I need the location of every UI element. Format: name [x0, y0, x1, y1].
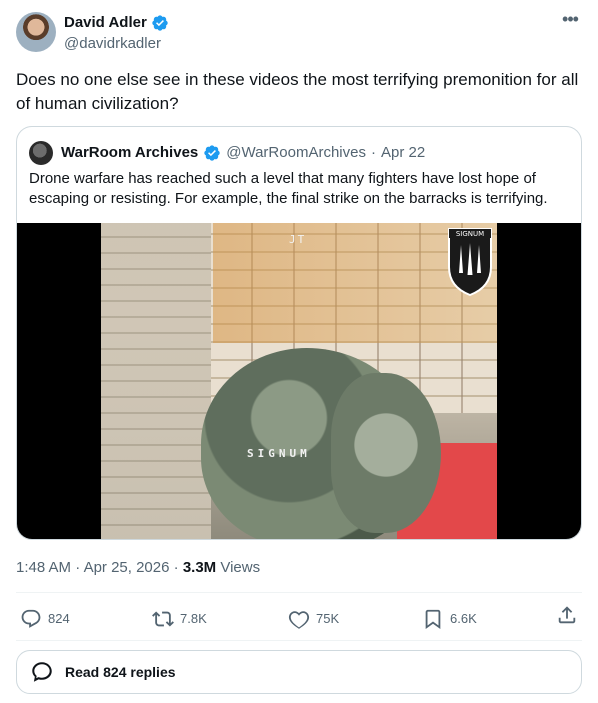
tweet-text: Does no one else see in these videos the…	[16, 70, 579, 113]
like-count: 75K	[316, 611, 340, 626]
read-replies-button[interactable]: Read 824 replies	[16, 650, 582, 694]
quoted-separator: ·	[370, 144, 376, 161]
verified-badge-icon	[152, 15, 168, 31]
divider-bottom	[16, 640, 582, 641]
author-avatar[interactable]	[16, 12, 56, 52]
views-label: Views	[220, 559, 261, 576]
display-name-row: David Adler	[64, 13, 169, 33]
quoted-author-avatar	[29, 141, 53, 165]
video-player[interactable]: JT SIGNUM SIGNUM	[17, 223, 581, 539]
tweet-meta: 1:48 AM · Apr 25, 2026 · 3.3M Views	[16, 558, 260, 578]
reply-button[interactable]: 824	[20, 604, 70, 634]
bookmark-count: 6.6K	[450, 611, 477, 626]
tweet-date[interactable]: Apr 25, 2026	[84, 559, 170, 576]
quoted-date: Apr 22	[380, 144, 426, 161]
quoted-tweet-text: Drone warfare has reached such a level t…	[29, 170, 548, 207]
repost-count: 7.8K	[180, 611, 207, 626]
bookmark-button[interactable]: 6.6K	[422, 604, 477, 634]
repost-icon	[152, 611, 174, 627]
camouflage-figure-back	[331, 373, 441, 533]
tweet-header: David Adler @davidrkadler •••	[16, 10, 582, 56]
reply-count: 824	[48, 611, 70, 626]
author-display-name[interactable]: David Adler	[64, 13, 147, 33]
reply-icon	[21, 609, 41, 628]
meta-separator-2: ·	[173, 559, 179, 576]
tweet-actions: 824 7.8K 75K 6.6K	[16, 604, 582, 634]
signum-logo-icon: SIGNUM	[448, 228, 492, 297]
quoted-tweet[interactable]: WarRoom Archives @WarRoomArchives · Apr …	[16, 126, 582, 540]
osd-top-text: JT	[289, 233, 307, 246]
repost-button[interactable]: 7.8K	[152, 604, 207, 634]
quoted-author-display-name: WarRoom Archives	[61, 144, 199, 161]
divider-top	[16, 592, 582, 593]
quoted-tweet-header: WarRoom Archives @WarRoomArchives · Apr …	[29, 141, 425, 165]
speech-bubble-icon	[32, 662, 52, 682]
read-replies-label: Read 824 replies	[65, 664, 176, 680]
verified-badge-icon	[204, 145, 220, 161]
tweet-time[interactable]: 1:48 AM	[16, 559, 71, 576]
author-handle[interactable]: @davidrkadler	[64, 34, 169, 54]
heart-icon	[288, 611, 310, 629]
share-button[interactable]	[556, 604, 578, 626]
like-button[interactable]: 75K	[288, 604, 339, 634]
share-icon	[558, 606, 576, 624]
brick-wall-left	[101, 223, 211, 539]
osd-watermark-text: SIGNUM	[247, 447, 311, 460]
quoted-author-handle: @WarRoomArchives	[226, 144, 366, 161]
logo-text: SIGNUM	[456, 230, 484, 238]
views-count: 3.3M	[182, 559, 217, 576]
bookmark-icon	[425, 609, 441, 630]
video-frame: JT SIGNUM SIGNUM	[101, 223, 497, 539]
more-options-icon[interactable]: •••	[558, 10, 582, 32]
meta-separator-1: ·	[75, 559, 81, 576]
author-names: David Adler @davidrkadler	[64, 13, 169, 54]
